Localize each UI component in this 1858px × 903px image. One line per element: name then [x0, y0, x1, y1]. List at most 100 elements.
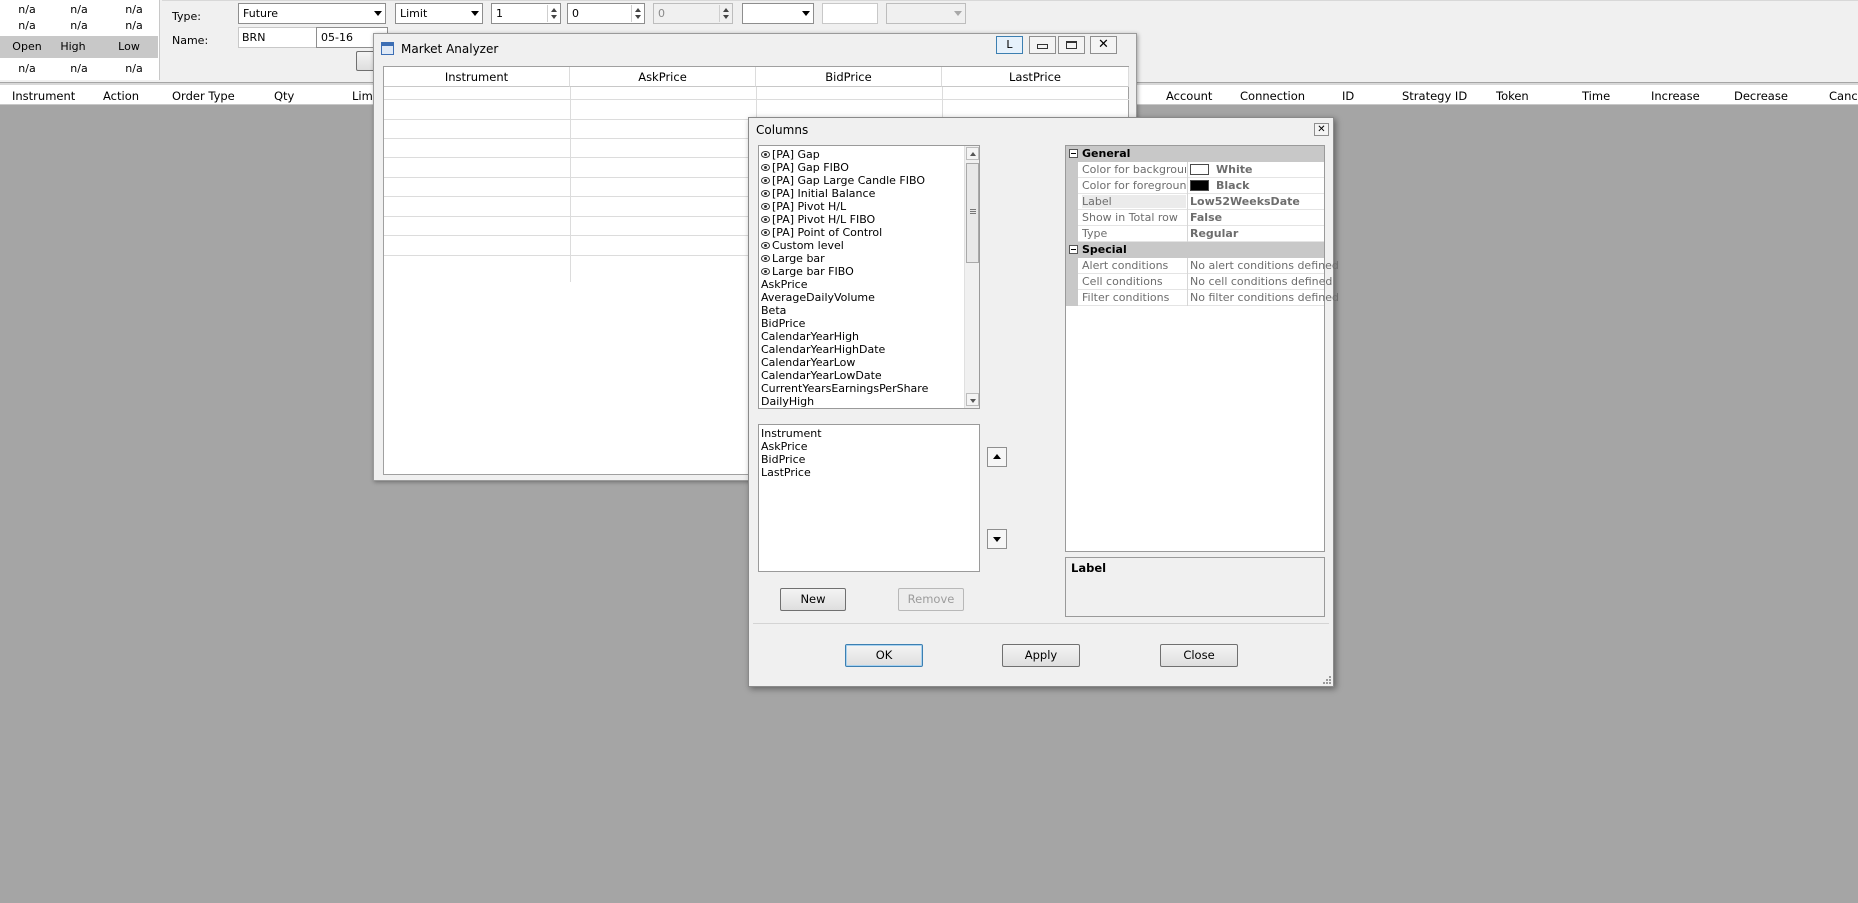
move-up-button[interactable] [987, 447, 1007, 467]
list-item[interactable]: DailyHigh [761, 395, 814, 408]
link-button[interactable]: L [996, 36, 1023, 54]
list-item[interactable]: LastPrice [761, 466, 811, 479]
collapse-icon[interactable] [1069, 149, 1078, 158]
property-row[interactable]: Label Low52WeeksDate [1066, 194, 1324, 210]
grid-column-header[interactable]: AskPrice [570, 67, 756, 87]
columns-dialog: Columns ✕ [PA] Gap [PA] Gap FIBO [PA] Gap … [748, 117, 1339, 687]
limit-price-stepper[interactable]: 0 [567, 3, 645, 24]
category-special[interactable]: Special [1066, 242, 1324, 258]
orders-column-header[interactable]: Increase [1651, 89, 1700, 103]
property-row[interactable]: Alert conditions No alert conditions defi… [1066, 258, 1339, 274]
list-item[interactable]: [PA] Gap [761, 148, 820, 161]
list-item[interactable]: Custom level [761, 239, 844, 252]
tif-select[interactable] [742, 3, 814, 24]
market-analyzer-titlebar[interactable]: Market Analyzer L ✕ [374, 34, 1136, 62]
ok-button[interactable]: OK [845, 644, 923, 667]
property-row[interactable]: Color for foreground Black [1066, 178, 1324, 194]
grip-icon [970, 211, 976, 212]
grid-column-header[interactable]: BidPrice [756, 67, 942, 87]
spin-buttons[interactable] [547, 5, 559, 22]
scrollbar[interactable] [964, 146, 979, 408]
move-down-button[interactable] [987, 529, 1007, 549]
list-item[interactable]: CalendarYearHighDate [761, 343, 885, 356]
list-item[interactable]: CalendarYearLow [761, 356, 855, 369]
list-item[interactable]: CalendarYearHigh [761, 330, 859, 343]
list-item-label: CalendarYearLow [761, 356, 856, 369]
new-button[interactable]: New [780, 588, 846, 611]
orders-column-header[interactable]: Canc [1829, 89, 1858, 103]
name-input-value: BRN [242, 31, 266, 44]
category-label: General [1082, 147, 1131, 160]
property-name: Alert conditions [1082, 259, 1169, 272]
dialog-close-button[interactable]: ✕ [1314, 123, 1329, 136]
list-item[interactable]: [PA] Gap FIBO [761, 161, 849, 174]
orders-column-header[interactable]: Account [1166, 89, 1212, 103]
list-item[interactable]: Large bar FIBO [761, 265, 854, 278]
close-button[interactable]: ✕ [1090, 36, 1117, 54]
list-item[interactable]: [PA] Point of Control [761, 226, 882, 239]
scroll-down-button[interactable] [966, 393, 979, 406]
orders-column-header[interactable]: Instrument [12, 89, 75, 103]
list-item[interactable]: [PA] Gap Large Candle FIBO [761, 174, 925, 187]
list-item[interactable]: [PA] Pivot H/L FIBO [761, 213, 875, 226]
orders-column-header[interactable]: Order Type [172, 89, 235, 103]
resize-grip-icon[interactable] [1323, 676, 1331, 684]
property-row[interactable]: Filter conditions No filter conditions de… [1066, 290, 1339, 306]
grid-column-header[interactable]: LastPrice [942, 67, 1129, 87]
orders-column-header[interactable]: Connection [1240, 89, 1305, 103]
scroll-up-button[interactable] [966, 147, 979, 160]
category-general[interactable]: General [1066, 146, 1324, 162]
list-item[interactable]: Large bar [761, 252, 825, 265]
selected-columns-list[interactable]: Instrument AskPrice BidPrice LastPrice [758, 424, 980, 572]
type-select[interactable]: Future [238, 3, 386, 24]
orders-column-header[interactable]: Lim [352, 89, 373, 103]
available-columns-list[interactable]: [PA] Gap [PA] Gap FIBO [PA] Gap Large Cand… [758, 145, 980, 409]
list-item[interactable]: Beta [761, 304, 786, 317]
property-grid[interactable]: General Color for backgroundWhiteColor f… [1065, 145, 1339, 552]
property-description: Label [1065, 557, 1325, 617]
orders-column-header[interactable]: Decrease [1734, 89, 1788, 103]
scroll-thumb[interactable] [966, 163, 979, 263]
property-name: Show in Total row [1082, 211, 1178, 224]
spin-buttons[interactable] [631, 5, 643, 22]
list-item[interactable]: AverageDailyVolume [761, 291, 875, 304]
list-item[interactable]: AskPrice [761, 278, 807, 291]
orders-column-header[interactable]: ID [1342, 89, 1354, 103]
column-divider [1187, 258, 1188, 274]
order-type-select[interactable]: Limit [395, 3, 483, 24]
close-button[interactable]: Close [1160, 644, 1238, 667]
list-item-label: Beta [761, 304, 787, 317]
orders-column-header[interactable]: Qty [274, 89, 294, 103]
name-input[interactable]: BRN [238, 27, 318, 48]
grid-column-header[interactable]: Instrument [384, 67, 570, 87]
list-item[interactable]: CalendarYearLowDate [761, 369, 882, 382]
list-item[interactable]: BidPrice [761, 317, 805, 330]
property-row[interactable]: Type Regular [1066, 226, 1324, 242]
property-row[interactable]: Color for background White [1066, 162, 1324, 178]
list-item[interactable]: CurrentYearsEarningsPerShare [761, 382, 928, 395]
list-item[interactable]: AskPrice [761, 440, 807, 453]
description-title: Label [1071, 561, 1107, 575]
list-item[interactable]: Instrument [761, 427, 822, 440]
list-item[interactable]: BidPrice [761, 453, 805, 466]
type-label: Type: [172, 10, 201, 23]
collapse-icon[interactable] [1069, 245, 1078, 254]
orders-column-header[interactable]: Action [103, 89, 139, 103]
property-row[interactable]: Show in Total row False [1066, 210, 1324, 226]
list-item[interactable]: [PA] Pivot H/L [761, 200, 846, 213]
orders-column-header[interactable]: Time [1582, 89, 1610, 103]
minimize-button[interactable] [1029, 36, 1056, 54]
oco-input[interactable] [822, 3, 878, 24]
grip-icon [970, 213, 976, 214]
list-item-label: CalendarYearHigh [761, 330, 860, 343]
list-item[interactable]: [PA] Initial Balance [761, 187, 875, 200]
ohl-header: Open High Low [0, 36, 158, 58]
orders-column-header[interactable]: Strategy ID [1402, 89, 1467, 103]
property-name: Color for background [1082, 163, 1186, 176]
apply-button[interactable]: Apply [1002, 644, 1080, 667]
maximize-button[interactable] [1058, 36, 1085, 54]
property-row[interactable]: Cell conditions No cell conditions define… [1066, 274, 1332, 290]
column-divider [1187, 162, 1188, 178]
orders-column-header[interactable]: Token [1496, 89, 1529, 103]
quantity-stepper[interactable]: 1 [491, 3, 561, 24]
